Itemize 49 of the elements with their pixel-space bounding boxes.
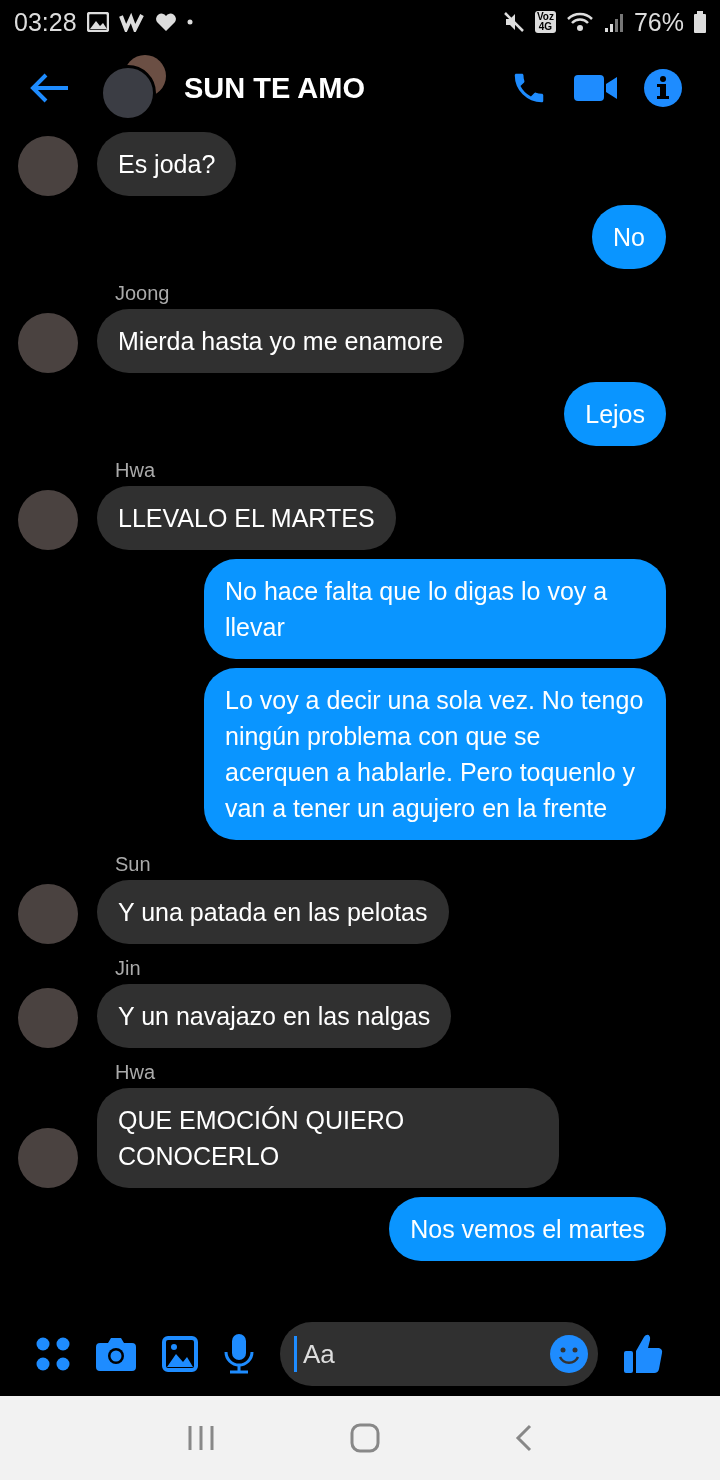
w-icon [118, 12, 145, 32]
message-bubble: Mierda hasta yo me enamore [97, 309, 465, 373]
badge-label: 4G [538, 22, 553, 32]
dot-icon [186, 19, 193, 25]
avatar [18, 1128, 78, 1188]
avatar [18, 490, 78, 550]
heart-icon [154, 12, 177, 32]
sender-name: Jin [115, 957, 142, 980]
image-icon [86, 12, 109, 32]
sender-name: Sun [115, 853, 152, 876]
home-icon[interactable] [350, 1423, 380, 1453]
message-bubble: LLEVALO EL MARTES [97, 486, 396, 550]
video-camera-icon[interactable] [574, 73, 618, 103]
microphone-icon[interactable] [224, 1334, 254, 1374]
sender-name: Hwa [115, 1061, 156, 1084]
message-bubble: Y un navajazo en las nalgas [97, 984, 452, 1048]
wifi-icon [565, 11, 594, 33]
message-bubble: Nos vemos el martes [389, 1197, 666, 1261]
message-input[interactable]: Aa [301, 1337, 546, 1371]
avatar [18, 884, 78, 944]
message-bubble: Lo voy a decir una sola vez. No tengo ningún problema con que se acerquen a hablarle. Pero toquenlo y van a tener un agujero en la frente [204, 668, 666, 840]
message-field[interactable]: Aa [280, 1322, 598, 1386]
mute-icon [502, 11, 525, 33]
avatar [18, 313, 78, 373]
avatar [18, 136, 78, 196]
image-icon[interactable] [162, 1336, 198, 1372]
sender-name: Hwa [115, 459, 156, 482]
avatar [18, 988, 78, 1048]
message-bubble: Lejos [564, 382, 666, 446]
clock: 03:28 [14, 7, 77, 37]
message-bubble: No hace falta que lo digas lo voy a llevar [204, 559, 666, 659]
camera-icon[interactable] [96, 1337, 136, 1371]
message-bubble: No [592, 205, 666, 269]
signal-icon [603, 11, 624, 33]
recent-apps-icon[interactable] [187, 1425, 216, 1451]
emoji-icon[interactable] [550, 1335, 588, 1373]
chat-title[interactable]: SUN TE AMO [184, 71, 365, 105]
message-bubble: Y una patada en las pelotas [97, 880, 449, 944]
message-bubble: QUE EMOCIÓN QUIERO CONOCERLO [97, 1088, 559, 1188]
apps-icon[interactable] [36, 1337, 70, 1371]
back-icon[interactable] [514, 1424, 533, 1452]
battery-percent: 76% [633, 7, 684, 37]
info-icon[interactable] [644, 69, 682, 107]
back-arrow-icon[interactable] [30, 72, 70, 104]
thumbs-up-icon[interactable] [624, 1333, 664, 1375]
badge-label: Voz [536, 12, 554, 22]
battery-icon [694, 11, 706, 33]
sender-name: Joong [115, 282, 171, 305]
message-bubble: Es joda? [97, 132, 237, 196]
